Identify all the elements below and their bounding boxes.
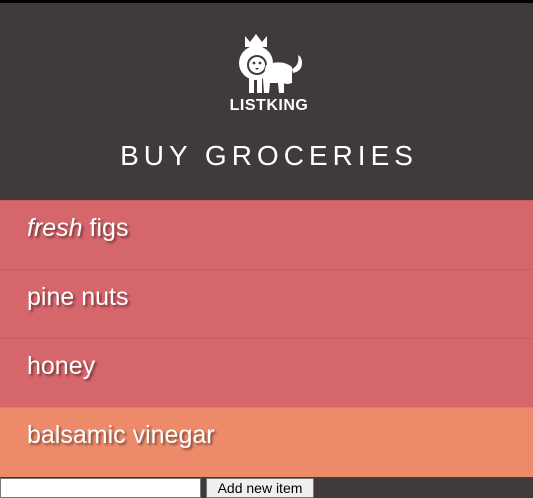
add-item-form: Add new item (0, 478, 533, 498)
new-item-input[interactable] (0, 478, 201, 498)
grocery-list: fresh figs pine nuts honey balsamic vine… (0, 200, 533, 477)
page-title: BUY GROCERIES (120, 140, 418, 171)
crowned-lion-icon (239, 34, 302, 93)
list-item[interactable]: pine nuts (0, 269, 533, 338)
brand-name: LISTKING (229, 97, 309, 114)
list-item[interactable]: honey (0, 338, 533, 407)
list-item-label: figs (82, 214, 129, 242)
list-item[interactable]: fresh figs (0, 200, 533, 269)
app-header: LISTKING BUY GROCERIES (0, 3, 533, 200)
list-item-label: pine nuts (27, 283, 129, 311)
list-item-label: balsamic vinegar (27, 421, 215, 449)
list-item-emphasis: fresh (27, 214, 83, 242)
list-item[interactable]: balsamic vinegar (0, 407, 533, 477)
list-item-label: honey (27, 352, 96, 380)
add-new-item-button[interactable]: Add new item (206, 478, 314, 498)
